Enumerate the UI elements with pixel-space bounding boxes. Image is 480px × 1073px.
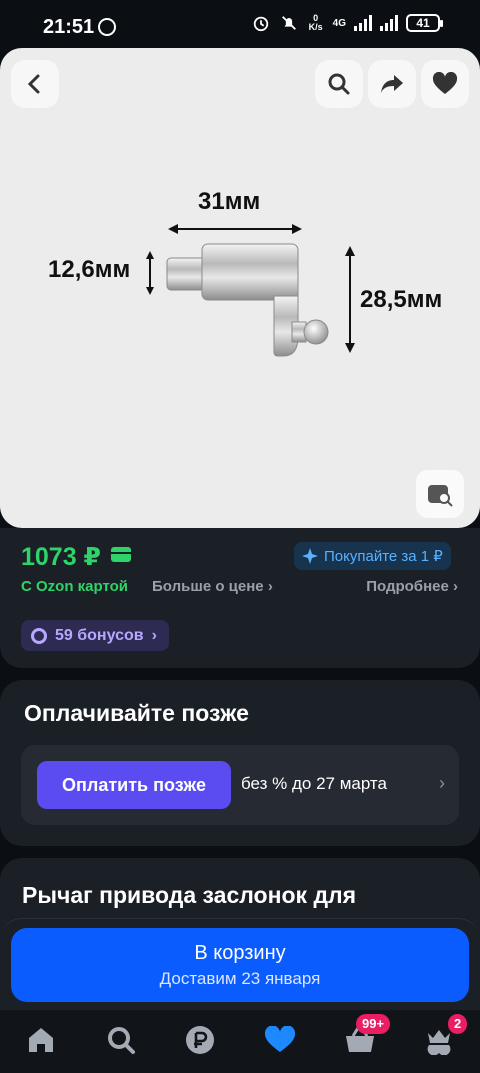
net-speed: 0 K/s — [308, 13, 323, 32]
search-icon — [108, 1027, 135, 1054]
pay-later-row[interactable]: Оплатить позже без % до 27 марта › — [21, 745, 459, 825]
price-section: 1073 ₽ Покупайте за 1 ₽ С Ozon картой Бо… — [0, 528, 480, 668]
pay-later-button[interactable]: Оплатить позже — [37, 761, 231, 809]
chevron-right-icon: › — [439, 773, 445, 793]
price-value: 1073 ₽ — [21, 543, 101, 571]
bonus-coin-icon — [31, 627, 47, 644]
whatsapp-icon — [98, 18, 116, 36]
product-title: Рычаг привода заслонок для — [22, 882, 357, 908]
signal-icon-2 — [380, 15, 398, 31]
promo-text: Покупайте за 1 ₽ — [324, 548, 443, 565]
chevron-right-icon: › — [267, 578, 273, 595]
nav-finance[interactable] — [184, 1024, 216, 1056]
alarm-icon — [253, 16, 268, 32]
status-icons: 0 K/s 4G 41 — [251, 13, 443, 32]
dimension-width: 31мм — [198, 188, 261, 215]
more-price-link[interactable]: Больше о цене › — [152, 578, 273, 595]
pay-later-title: Оплачивайте позже — [24, 700, 249, 726]
nav-search[interactable] — [105, 1024, 137, 1056]
battery-icon: 41 — [406, 14, 443, 32]
ozon-card-icon — [111, 547, 131, 562]
pay-later-section: Оплачивайте позже Оплатить позже без % д… — [0, 680, 480, 846]
cart-badge: 99+ — [356, 1014, 391, 1034]
status-bar: 21:51 0 K/s 4G 41 — [0, 0, 480, 50]
details-link[interactable]: Подробнее › — [366, 578, 458, 595]
delivery-date: Доставим 23 января — [159, 969, 321, 988]
bonus-badge[interactable]: 59 бонусов › — [21, 620, 169, 651]
nav-home[interactable] — [25, 1024, 57, 1056]
ruble-icon — [186, 1026, 214, 1054]
ozon-card-label: С Ozon картой — [21, 578, 129, 595]
network-type: 4G — [332, 17, 346, 29]
profile-badge: 2 — [448, 1014, 468, 1034]
image-search-button[interactable] — [416, 470, 464, 518]
add-to-cart-label: В корзину — [194, 942, 286, 964]
chevron-right-icon: › — [453, 578, 458, 595]
status-time: 21:51 — [43, 16, 95, 38]
bonus-text: 59 бонусов — [55, 626, 144, 644]
nav-favorites[interactable] — [264, 1024, 296, 1056]
image-search-icon — [428, 485, 453, 507]
dimension-height: 28,5мм — [360, 286, 443, 313]
sparkle-icon — [302, 548, 318, 564]
home-icon — [29, 1028, 53, 1052]
chevron-right-icon: › — [151, 626, 157, 644]
dimension-diameter: 12,6мм — [48, 256, 131, 283]
product-image-gallery[interactable]: 31мм 12,6мм 28,5мм — [0, 48, 480, 528]
heart-icon — [264, 1026, 296, 1052]
bottom-nav: 99+ 2 — [0, 1010, 480, 1073]
add-to-cart-button[interactable]: В корзину Доставим 23 января — [11, 928, 469, 1002]
promo-badge[interactable]: Покупайте за 1 ₽ — [294, 542, 451, 570]
signal-icon — [354, 15, 372, 31]
mute-bell-icon — [281, 16, 296, 30]
pay-later-terms: без % до 27 марта — [241, 774, 387, 793]
